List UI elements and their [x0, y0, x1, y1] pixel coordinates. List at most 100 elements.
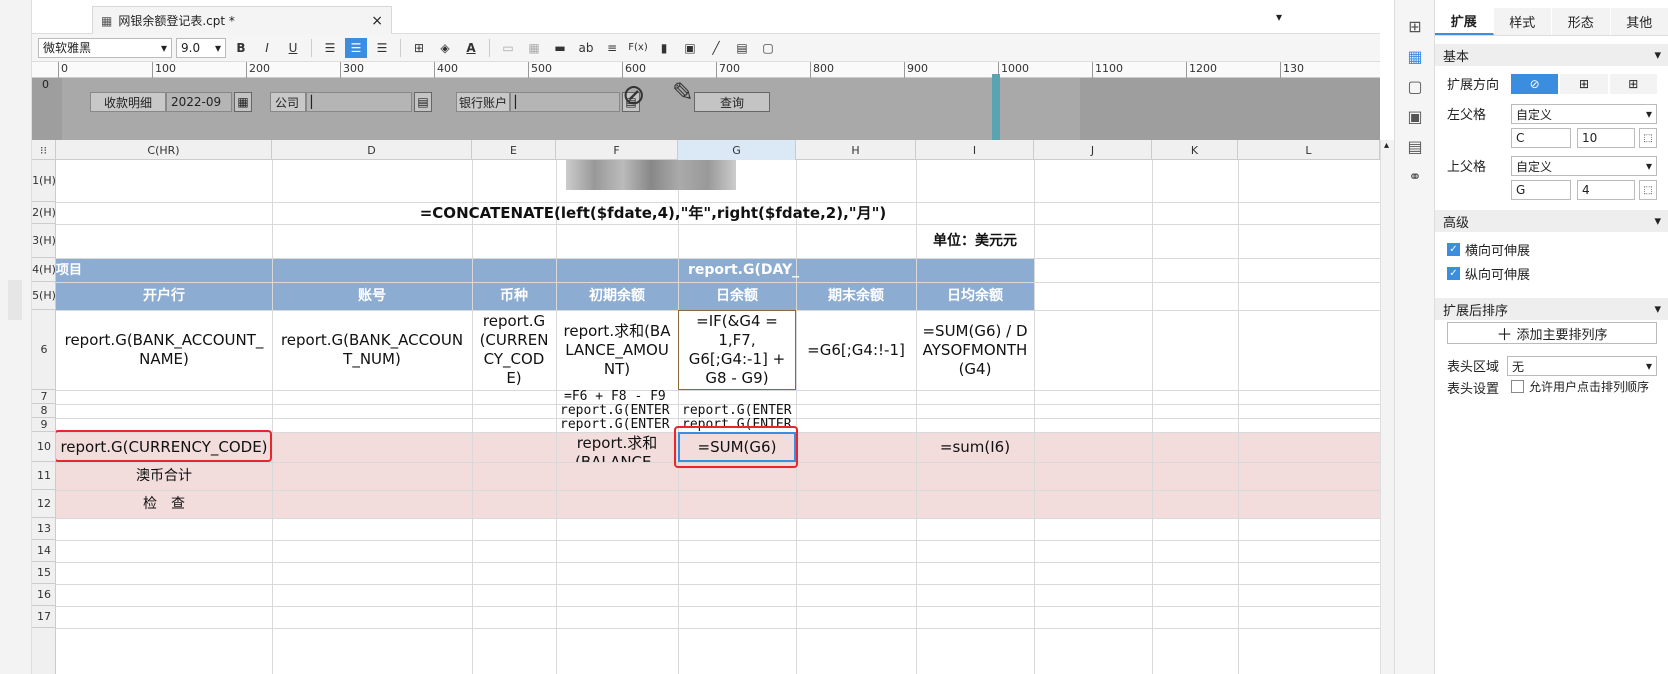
cell-attr-icon[interactable]: ⊞	[1405, 16, 1425, 36]
column-header-e[interactable]: E	[472, 140, 556, 160]
row-header-10[interactable]: 10	[32, 432, 56, 462]
panel-menu-icon[interactable]: ▾	[1276, 10, 1282, 24]
font-family-select[interactable]: 微软雅黑 ▾	[38, 37, 172, 58]
split-cells-icon[interactable]: ▦	[523, 38, 545, 58]
select-all-corner[interactable]: ⁝⁝	[32, 140, 56, 160]
param-boundary-handle[interactable]	[992, 74, 1000, 140]
insert-row-icon[interactable]: ▬	[549, 38, 571, 58]
header-end-cell[interactable]: 期末余额	[796, 282, 916, 310]
font-size-select[interactable]: 9.0 ▾	[176, 37, 226, 58]
section-basic[interactable]: 基本 ▾	[1435, 44, 1668, 66]
h-expand-checkbox[interactable]: ✓ 横向可伸展	[1447, 240, 1530, 259]
row-header-14[interactable]: 14	[32, 540, 56, 562]
top-parent-select[interactable]: 自定义 ▾	[1511, 156, 1657, 176]
r9-enter-cell-f[interactable]: report.G(ENTER	[560, 418, 678, 432]
italic-button[interactable]: I	[256, 38, 278, 58]
company-picker-icon[interactable]: ▤	[414, 92, 432, 112]
vertical-expand-icon[interactable]: ⊞	[1560, 74, 1608, 94]
bank-name-cell[interactable]: report.G(BANK_ACCOUNT_NAME)	[64, 310, 264, 390]
slash-cell-icon[interactable]: ╱	[705, 38, 727, 58]
allow-sort-checkbox[interactable]: 允许用户点击排列顺序	[1511, 378, 1649, 395]
header-initial-cell[interactable]: 初期余额	[556, 282, 678, 310]
tab-other[interactable]: 其他	[1610, 8, 1668, 35]
check-cell[interactable]: 检 查	[56, 490, 272, 518]
column-header-c[interactable]: C(HR)	[56, 140, 272, 160]
r8-enter-cell-g[interactable]: report.G(ENTER	[682, 404, 796, 418]
font-color-button[interactable]: A	[460, 38, 482, 58]
company-input[interactable]: ▏	[306, 92, 412, 112]
expand-attr-icon[interactable]: ▦	[1405, 46, 1425, 66]
header-avg-cell[interactable]: 日均余额	[916, 282, 1034, 310]
align-center-icon[interactable]: ☰	[345, 37, 367, 58]
border-icon[interactable]: ⊞	[408, 38, 430, 58]
widget-attr-icon[interactable]: ▣	[1405, 106, 1425, 126]
item-label-cell[interactable]: 项目	[56, 258, 116, 282]
r8-enter-cell-f[interactable]: report.G(ENTER	[560, 404, 678, 418]
avg-balance-formula-cell[interactable]: =SUM(G6) / DAYSOFMONTH(G4)	[920, 310, 1030, 390]
end-balance-formula-cell[interactable]: =G6[;G4:!-1]	[796, 310, 916, 390]
r10-sum-i6-cell[interactable]: =sum(I6)	[916, 432, 1034, 462]
close-tab-icon[interactable]: ×	[371, 13, 383, 29]
row-header-16[interactable]: 16	[32, 584, 56, 606]
row-header-12[interactable]: 12	[32, 490, 56, 518]
sidebar-scroll-thumb[interactable]	[8, 280, 22, 320]
v-expand-checkbox[interactable]: ✓ 纵向可伸展	[1447, 264, 1530, 283]
unit-cell[interactable]: 单位：美元元	[916, 224, 1034, 258]
section-sort[interactable]: 扩展后排序 ▾	[1435, 298, 1668, 320]
row-header-2[interactable]: 2(H)	[32, 202, 56, 224]
scroll-up-icon[interactable]: ▴	[1384, 140, 1389, 151]
r7-formula-cell[interactable]: =F6 + F8 - F9	[564, 390, 678, 404]
row-header-11[interactable]: 11	[32, 462, 56, 490]
section-advanced[interactable]: 高级 ▾	[1435, 210, 1668, 232]
bold-button[interactable]: B	[230, 38, 252, 58]
style-attr-icon[interactable]: ▢	[1405, 76, 1425, 96]
text-cell-button[interactable]: ab	[575, 38, 597, 58]
column-header-f[interactable]: F	[556, 140, 678, 160]
row-header-7[interactable]: 7	[32, 390, 56, 404]
row-header-6[interactable]: 6	[32, 310, 56, 390]
insert-chart-icon[interactable]: ▮	[653, 38, 675, 58]
daily-balance-formula-cell[interactable]: =IF(&G4 = 1,F7, G6[;G4:-1] + G8 - G9)	[678, 310, 796, 390]
edit-pencil-icon[interactable]: ✎	[672, 78, 694, 108]
row-header-9[interactable]: 9	[32, 418, 56, 432]
column-header-g[interactable]: G	[678, 140, 796, 160]
account-num-cell[interactable]: report.G(BANK_ACCOUNT_NUM)	[278, 310, 466, 390]
row-header-8[interactable]: 8	[32, 404, 56, 418]
row-header-1[interactable]: 1(H)	[32, 160, 56, 202]
insert-image-icon[interactable]: ▣	[679, 38, 701, 58]
vertical-scrollbar[interactable]: ▴	[1380, 140, 1394, 674]
column-header-i[interactable]: I	[916, 140, 1034, 160]
balance-amount-cell[interactable]: report.求和(BALANCE_AMOUNT)	[560, 310, 674, 390]
aud-total-cell[interactable]: 澳币合计	[56, 462, 272, 490]
top-parent-col-input[interactable]: G	[1511, 180, 1571, 200]
sub-report-icon[interactable]: ▤	[731, 38, 753, 58]
row-header-15[interactable]: 15	[32, 562, 56, 584]
column-header-d[interactable]: D	[272, 140, 472, 160]
no-expand-icon[interactable]: ⊘	[1511, 74, 1559, 94]
wrap-text-icon[interactable]: ≡	[601, 38, 623, 58]
bank-account-input[interactable]: ▏	[510, 92, 620, 112]
cell-element-icon[interactable]: ▢	[757, 38, 779, 58]
condition-attr-icon[interactable]: ▤	[1405, 136, 1425, 156]
header-daily-cell[interactable]: 日余额	[678, 282, 796, 310]
report-grid[interactable]: =CONCATENATE(left($fdate,4),"年",right($f…	[56, 160, 1380, 674]
merge-cells-icon[interactable]: ▭	[497, 38, 519, 58]
header-area-select[interactable]: 无 ▾	[1507, 356, 1657, 376]
tab-report-file[interactable]: ▦ 网银余额登记表.cpt * ×	[92, 6, 392, 34]
title-formula-cell[interactable]: =CONCATENATE(left($fdate,4),"年",right($f…	[272, 202, 1034, 224]
query-button[interactable]: 查询	[694, 92, 770, 112]
date-input[interactable]: 2022-09	[166, 92, 232, 112]
row-header-17[interactable]: 17	[32, 606, 56, 628]
align-left-icon[interactable]: ☰	[319, 38, 341, 58]
add-sort-button[interactable]: ＋添加主要排列序	[1447, 322, 1657, 344]
row-header-13[interactable]: 13	[32, 518, 56, 540]
left-parent-select[interactable]: 自定义 ▾	[1511, 104, 1657, 124]
row-header-5[interactable]: 5(H)	[32, 282, 56, 310]
top-parent-row-input[interactable]: 4	[1577, 180, 1635, 200]
hidden-eye-icon[interactable]: ⊘	[622, 78, 645, 111]
column-header-h[interactable]: H	[796, 140, 916, 160]
header-account-cell[interactable]: 账号	[272, 282, 472, 310]
header-bank-cell[interactable]: 开户行	[56, 282, 272, 310]
horizontal-expand-icon[interactable]: ⊞	[1609, 74, 1657, 94]
left-parent-row-input[interactable]: 10	[1577, 128, 1635, 148]
